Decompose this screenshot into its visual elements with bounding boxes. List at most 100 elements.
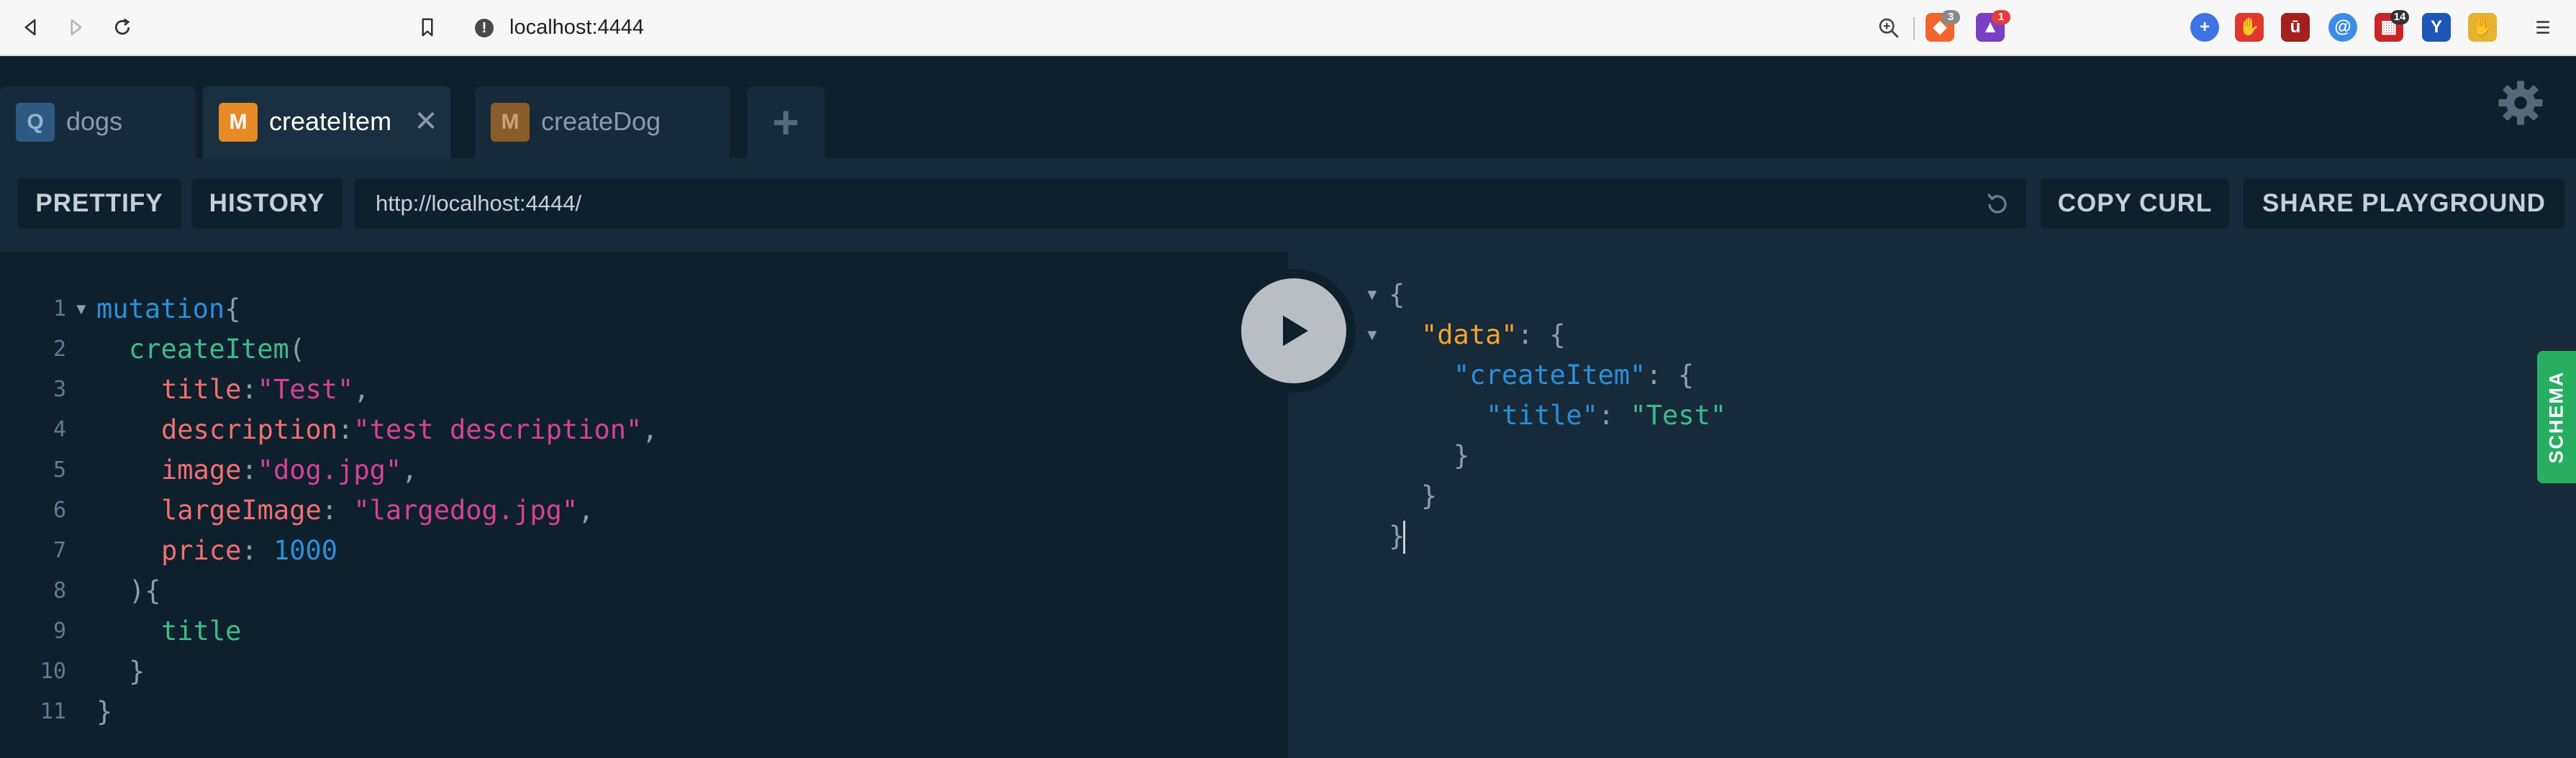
- at-sign-icon[interactable]: @: [2328, 13, 2357, 42]
- code-token: }: [129, 656, 145, 687]
- result-code-line: }: [1453, 436, 1469, 476]
- zoom-icon[interactable]: [1877, 16, 1901, 40]
- address-bar[interactable]: ! localhost:4444: [461, 7, 1910, 49]
- copy-curl-button[interactable]: COPY CURL: [2041, 178, 2229, 229]
- site-info-icon[interactable]: !: [475, 19, 494, 37]
- endpoint-input[interactable]: http://localhost:4444/: [354, 178, 2026, 229]
- code-token: : {: [1517, 319, 1566, 350]
- prettify-button[interactable]: PRETTIFY: [17, 178, 181, 229]
- query-code-line: price: 1000: [161, 531, 337, 571]
- extension-badge: 1: [1992, 10, 2010, 24]
- forward-icon[interactable]: [59, 10, 94, 45]
- execute-query-button[interactable]: [1232, 269, 1356, 393]
- y-shield-icon[interactable]: Y: [2422, 13, 2451, 42]
- browser-toolbar: ! localhost:4444 ◆ 3 ▲ 1 + ✋ ū @ ▦ 14 Y ✋: [0, 0, 2576, 56]
- tab-createitem[interactable]: M createItem ✕: [203, 86, 450, 158]
- fold-arrow-icon[interactable]: ▼: [1364, 315, 1380, 355]
- ublock-icon[interactable]: ū: [2281, 13, 2310, 42]
- tab-label: createDog: [541, 106, 661, 136]
- code-token: "title": [1486, 400, 1598, 431]
- code-token: :: [241, 455, 258, 485]
- tab-label: dogs: [66, 106, 123, 136]
- code-token: "createItem": [1453, 360, 1646, 391]
- query-code-line: image:"dog.jpg",: [161, 450, 417, 490]
- query-code-line: description:"test description",: [161, 410, 658, 450]
- brave-lion-icon[interactable]: ◆ 3: [1926, 10, 1960, 42]
- schema-label: SCHEMA: [2545, 370, 2567, 464]
- line-number: 11: [40, 699, 66, 724]
- address-bar-url: localhost:4444: [509, 16, 645, 39]
- query-code-line: ){: [129, 571, 161, 611]
- calendar-icon[interactable]: ▦ 14: [2375, 10, 2409, 42]
- endpoint-url: http://localhost:4444/: [376, 191, 582, 216]
- query-code-line: title:"Test",: [161, 370, 370, 410]
- line-number: 5: [53, 457, 66, 483]
- bookmark-icon[interactable]: [410, 10, 445, 45]
- brave-rewards-icon[interactable]: ▲ 1: [1976, 10, 2010, 42]
- code-token: title: [161, 616, 242, 647]
- code-token: }: [1389, 521, 1405, 552]
- code-token: ){: [129, 575, 161, 606]
- share-playground-button[interactable]: SHARE PLAYGROUND: [2244, 178, 2564, 229]
- result-code-line: }: [1421, 476, 1437, 516]
- code-token: ,: [642, 414, 658, 445]
- playground-toolbar: PRETTIFY HISTORY http://localhost:4444/ …: [0, 158, 2576, 252]
- tab-label: createItem: [269, 106, 392, 136]
- mutation-type-badge: M: [491, 103, 530, 142]
- code-token: {: [225, 293, 241, 324]
- result-code-line: }: [1389, 516, 1405, 557]
- line-number: 8: [53, 578, 66, 603]
- schema-tab[interactable]: SCHEMA: [2537, 351, 2576, 483]
- text-cursor: [1403, 521, 1405, 554]
- code-token: largeImage: [161, 495, 322, 526]
- line-number: 9: [53, 618, 66, 644]
- history-button[interactable]: HISTORY: [191, 178, 343, 229]
- code-token: :: [241, 374, 258, 405]
- code-token: "dog.jpg": [257, 455, 402, 485]
- code-token: : {: [1646, 360, 1695, 391]
- line-number: 2: [53, 337, 66, 362]
- code-token: title: [161, 374, 242, 405]
- result-code-line: "title": "Test": [1486, 396, 1726, 436]
- code-token: }: [1453, 440, 1470, 471]
- code-token: mutation: [96, 293, 225, 324]
- code-token: ,: [402, 455, 418, 485]
- result-viewer: ▼{▼ "data": {"createItem": {"title": "Tes…: [1288, 252, 2576, 758]
- code-token: }: [1421, 480, 1438, 511]
- code-token: :: [337, 414, 354, 445]
- playground-tab-bar: Q dogs M createItem ✕ M createDog: [0, 56, 2576, 158]
- add-tab-button[interactable]: +: [747, 86, 825, 158]
- mutation-type-badge: M: [219, 103, 258, 142]
- code-token: "test description": [353, 414, 643, 445]
- hand-emoji-icon[interactable]: ✋: [2468, 13, 2497, 42]
- code-token: createItem: [129, 334, 289, 365]
- close-tab-icon[interactable]: ✕: [412, 102, 440, 141]
- gear-icon[interactable]: [2495, 78, 2546, 128]
- query-code-line: }: [96, 692, 112, 732]
- line-number: 3: [53, 377, 66, 402]
- query-code-line: }: [129, 652, 145, 692]
- code-token: "data": [1421, 319, 1518, 350]
- fold-arrow-icon[interactable]: ▼: [1364, 275, 1380, 315]
- reload-schema-icon[interactable]: [1982, 188, 2013, 220]
- code-token: (: [289, 334, 306, 365]
- query-editor[interactable]: 1 ▼ mutation{2 createItem(3 title:"Test", 4 de…: [0, 252, 1288, 758]
- result-code-line: {: [1389, 275, 1405, 315]
- plus-circle-icon[interactable]: +: [2190, 13, 2219, 42]
- tab-dogs[interactable]: Q dogs: [0, 86, 196, 158]
- back-icon[interactable]: [13, 10, 47, 45]
- query-code-line: createItem(: [129, 329, 305, 370]
- line-number: 6: [53, 498, 66, 523]
- extension-badge: 3: [1941, 10, 1960, 24]
- tab-createdog[interactable]: M createDog: [475, 86, 730, 158]
- browser-menu-icon[interactable]: [2526, 10, 2560, 45]
- line-number: 10: [40, 659, 66, 684]
- fold-arrow-icon[interactable]: ▼: [73, 289, 89, 329]
- code-token: }: [96, 696, 113, 727]
- code-token: 1000: [273, 535, 338, 566]
- stop-hand-icon[interactable]: ✋: [2235, 13, 2264, 42]
- play-icon: [1241, 278, 1346, 383]
- code-token: ,: [578, 495, 594, 526]
- reload-page-icon[interactable]: [105, 10, 140, 45]
- code-token: "Test": [1630, 400, 1727, 431]
